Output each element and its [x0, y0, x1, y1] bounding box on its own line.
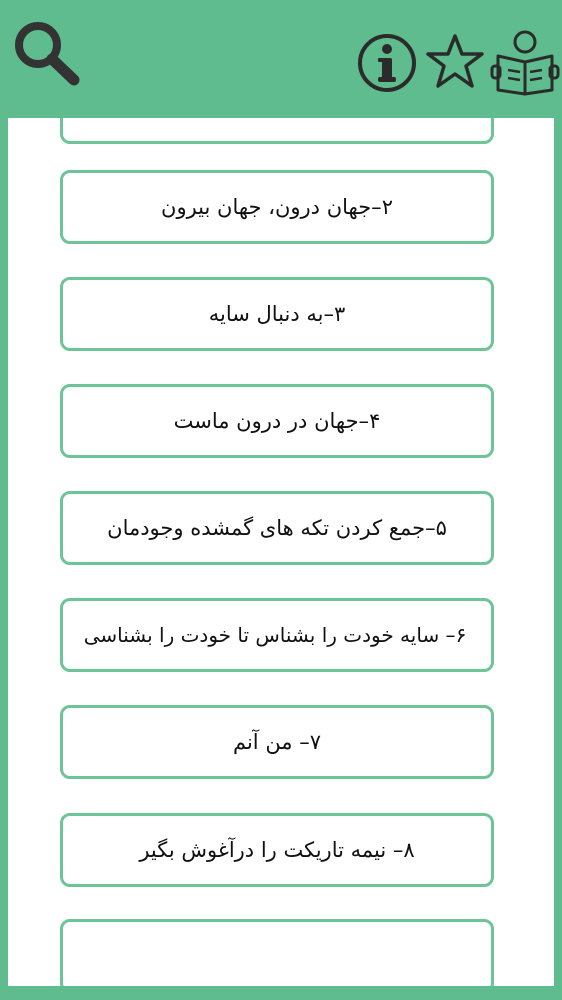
list-item-label: ۷– من آنم — [232, 730, 322, 754]
list-item-label: ۵–جمع کردن تکه های گمشده وجودمان — [107, 516, 447, 540]
list-item-label: ۴–جهان در درون ماست — [173, 409, 381, 433]
list-item[interactable]: ۵–جمع کردن تکه های گمشده وجودمان — [60, 491, 494, 565]
list-item[interactable] — [60, 919, 494, 986]
list-item[interactable]: ۲–جهان درون، جهان بیرون — [60, 170, 494, 244]
list-item-label: ۸– نیمه تاریکت را درآغوش بگیر — [139, 838, 415, 862]
search-icon[interactable] — [10, 18, 84, 88]
app-header — [0, 0, 562, 118]
star-icon[interactable] — [424, 32, 486, 90]
list-item-label: ۲–جهان درون، جهان بیرون — [161, 195, 393, 219]
list-item-label: ۳–به دنبال سایه — [208, 302, 346, 326]
list-item[interactable] — [60, 118, 494, 144]
info-icon[interactable] — [356, 32, 418, 94]
list-item[interactable]: ۶– سایه خودت را بشناس تا خودت را بشناسی — [60, 598, 494, 672]
book-reader-icon[interactable] — [490, 26, 560, 96]
list-item[interactable]: ۴–جهان در درون ماست — [60, 384, 494, 458]
list-item[interactable]: ۸– نیمه تاریکت را درآغوش بگیر — [60, 813, 494, 887]
list-item[interactable]: ۳–به دنبال سایه — [60, 277, 494, 351]
list-item[interactable]: ۷– من آنم — [60, 705, 494, 779]
list-item-label: ۶– سایه خودت را بشناس تا خودت را بشناسی — [83, 623, 467, 647]
chapter-list[interactable]: ۲–جهان درون، جهان بیرون ۳–به دنبال سایه … — [8, 118, 554, 986]
